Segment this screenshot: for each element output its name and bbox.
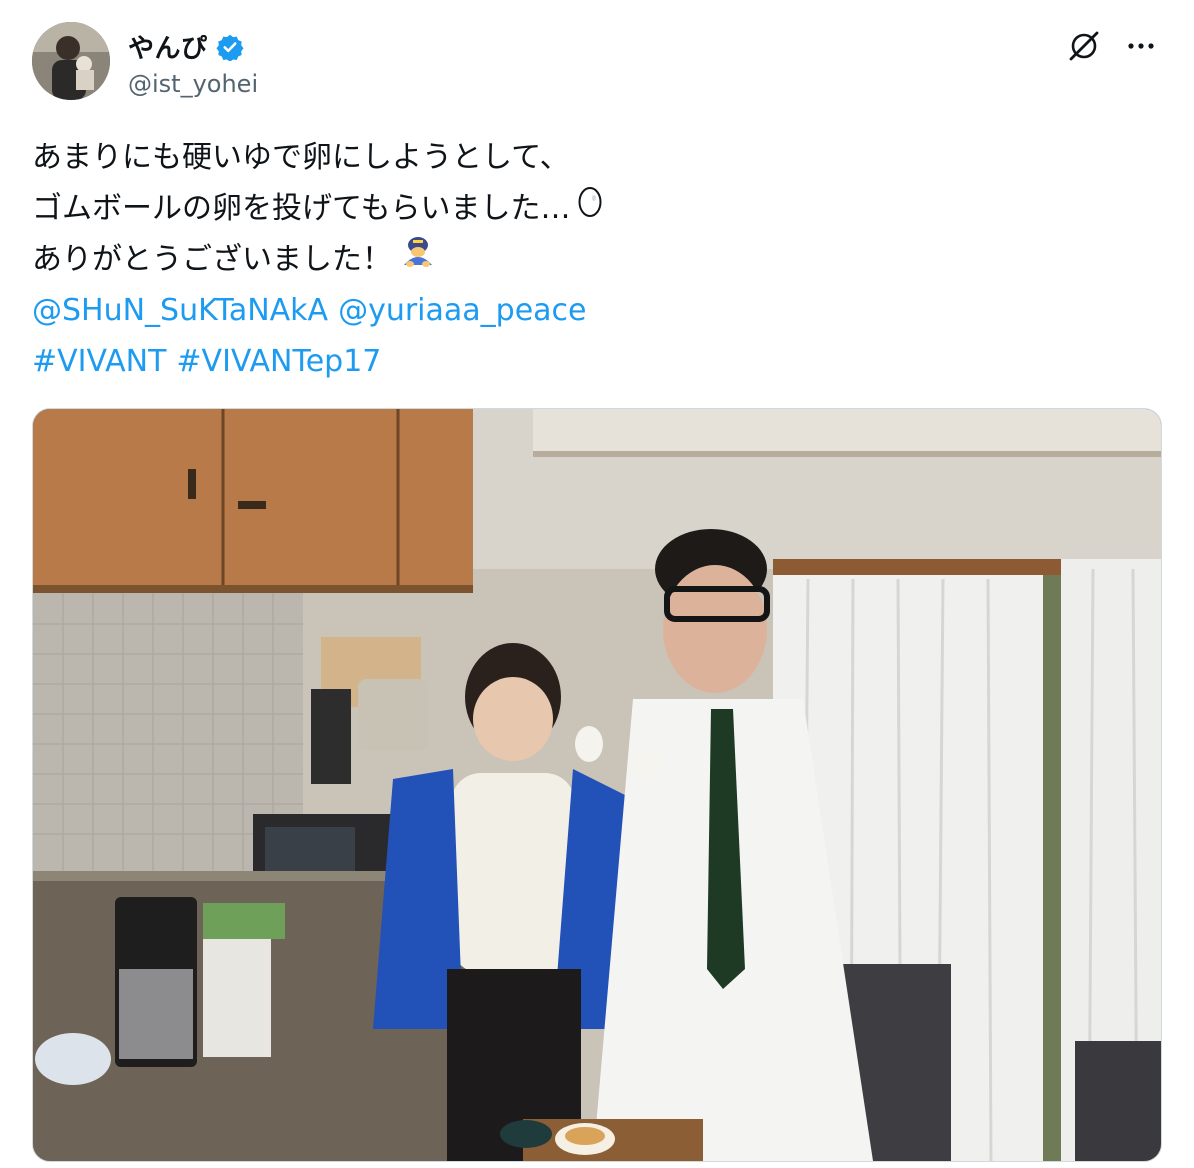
- tweet-text-line-2: ゴムボールの卵を投げてもらいました…: [32, 191, 571, 226]
- grok-icon[interactable]: [1066, 28, 1102, 64]
- avatar[interactable]: [32, 22, 110, 100]
- tweet-header: やんぴ @ist_yohei: [32, 22, 1162, 102]
- name-row: やんぴ: [128, 28, 244, 65]
- display-name[interactable]: やんぴ: [128, 28, 208, 65]
- egg-emoji-icon: [577, 183, 603, 234]
- tweet-line-2: ゴムボールの卵を投げてもらいました…: [32, 183, 603, 234]
- tweet-hashtags-line: #VIVANT #VIVANTep17: [32, 336, 603, 387]
- author-handle[interactable]: @ist_yohei: [128, 70, 258, 98]
- tweet-line-1: あまりにも硬いゆで卵にしようとして、: [32, 132, 603, 183]
- mention-link-2[interactable]: @yuriaaa_peace: [338, 285, 586, 336]
- photo-illustration: [33, 409, 1161, 1161]
- tweet-line-3: ありがとうございました！: [32, 234, 603, 285]
- bowing-person-emoji-icon: [398, 234, 438, 285]
- tweet-mentions-line: @SHuN_SuKTaNAkA @yuriaaa_peace: [32, 285, 603, 336]
- mention-link-1[interactable]: @SHuN_SuKTaNAkA: [32, 285, 328, 336]
- hashtag-link-2[interactable]: #VIVANTep17: [176, 336, 381, 387]
- tweet-text-line-3: ありがとうございました！: [32, 242, 392, 277]
- tweet-photo[interactable]: [32, 408, 1162, 1162]
- tweet-text-line-1: あまりにも硬いゆで卵にしようとして、: [32, 140, 570, 175]
- more-icon[interactable]: [1124, 32, 1158, 60]
- hashtag-link-1[interactable]: #VIVANT: [32, 336, 166, 387]
- verified-badge-icon: [215, 33, 244, 62]
- tweet-text: あまりにも硬いゆで卵にしようとして、 ゴムボールの卵を投げてもらいました… あり…: [32, 132, 603, 387]
